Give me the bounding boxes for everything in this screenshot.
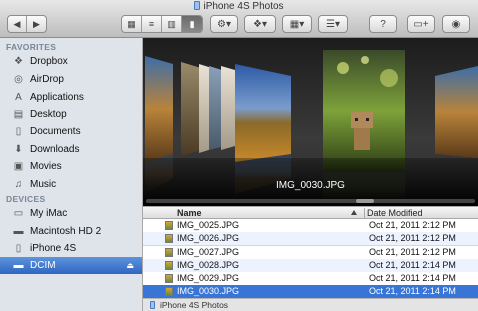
cover-image-6[interactable] xyxy=(235,64,291,162)
movies-icon: ▣ xyxy=(13,161,24,172)
table-row[interactable]: IMG_0027.JPG Oct 21, 2011 2:12 PM xyxy=(143,246,478,259)
sidebar: FAVORITES ❖ Dropbox ◎ AirDrop A Application… xyxy=(0,38,143,311)
action-menu-button[interactable]: ⚙▾ xyxy=(210,15,238,33)
file-name: IMG_0025.JPG xyxy=(177,220,240,230)
airdrop-icon: ◎ xyxy=(14,74,23,85)
music-icon: ♫ xyxy=(14,179,23,190)
iphone-icon xyxy=(150,301,155,309)
sidebar-item-dropbox[interactable]: ❖ Dropbox xyxy=(0,53,142,70)
eject-icon[interactable]: ⏏ xyxy=(126,261,134,270)
cover-image-1[interactable] xyxy=(145,56,173,162)
path-bar-item[interactable]: iPhone 4S Photos xyxy=(160,300,228,310)
back-button[interactable]: ◀ xyxy=(8,16,28,32)
table-row[interactable]: IMG_0025.JPG Oct 21, 2011 2:12 PM xyxy=(143,219,478,232)
table-row[interactable]: IMG_0028.JPG Oct 21, 2011 2:14 PM xyxy=(143,259,478,272)
jpeg-file-icon xyxy=(165,274,173,283)
drive-icon: ▬ xyxy=(13,260,24,271)
jpeg-file-icon xyxy=(165,261,173,270)
file-date: Oct 21, 2011 2:14 PM xyxy=(369,273,456,283)
view-mode-control: ▦ ≡ ▥ ▮ xyxy=(121,15,203,33)
jpeg-file-icon xyxy=(165,248,173,257)
quick-look-button[interactable]: ◉ xyxy=(442,15,470,33)
sidebar-item-movies[interactable]: ▣ Movies xyxy=(0,158,142,175)
cover-image-2[interactable] xyxy=(181,62,201,156)
dropbox-menu-button[interactable]: ❖▾ xyxy=(244,15,276,33)
sidebar-item-my-imac[interactable]: ▭ My iMac xyxy=(0,205,142,222)
back-forward-buttons: ◀ ▶ xyxy=(7,15,47,33)
help-button[interactable]: ? xyxy=(369,15,397,33)
sort-ascending-icon xyxy=(351,210,357,215)
cover-flow-view-button[interactable]: ▮ xyxy=(182,16,202,32)
column-date-header[interactable]: Date Modified xyxy=(367,208,423,218)
sidebar-item-airdrop[interactable]: ◎ AirDrop xyxy=(0,71,142,88)
arrange-button[interactable]: ▦▾ xyxy=(282,15,312,33)
cover-flow-caption: IMG_0030.JPG xyxy=(276,180,345,191)
hard-drive-icon: ▬ xyxy=(13,226,24,237)
sidebar-item-documents[interactable]: ▯ Documents xyxy=(0,123,142,140)
sidebar-item-desktop[interactable]: ▤ Desktop xyxy=(0,106,142,123)
dropbox-icon: ❖ xyxy=(14,56,23,67)
window-title: iPhone 4S Photos xyxy=(0,1,478,12)
table-row[interactable]: IMG_0026.JPG Oct 21, 2011 2:12 PM xyxy=(143,232,478,245)
file-name: IMG_0030.JPG xyxy=(177,286,240,296)
favorites-header: FAVORITES xyxy=(6,42,57,52)
sidebar-item-applications[interactable]: A Applications xyxy=(0,89,142,106)
sidebar-item-macintosh-hd-2[interactable]: ▬ Macintosh HD 2 xyxy=(0,223,142,240)
column-view-button[interactable]: ▥ xyxy=(162,16,183,32)
sidebar-item-iphone-4s[interactable]: ▯ iPhone 4S xyxy=(0,240,142,257)
file-date: Oct 21, 2011 2:12 PM xyxy=(369,233,456,243)
jpeg-file-icon xyxy=(165,221,173,230)
list-icon: ☰▾ xyxy=(326,18,340,30)
file-name: IMG_0027.JPG xyxy=(177,247,240,257)
applications-icon: A xyxy=(15,92,22,103)
cover-image-selected[interactable] xyxy=(323,50,405,172)
toolbar: iPhone 4S Photos ◀ ▶ ▦ ≡ ▥ ▮ ⚙▾ ❖▾ ▦▾ ☰▾… xyxy=(0,0,478,38)
file-date: Oct 21, 2011 2:12 PM xyxy=(369,220,456,230)
list-view-button[interactable]: ≡ xyxy=(142,16,163,32)
file-date: Oct 21, 2011 2:12 PM xyxy=(369,247,456,257)
sort-button[interactable]: ☰▾ xyxy=(318,15,348,33)
gear-icon: ⚙▾ xyxy=(217,18,231,30)
folder-add-icon: ▭+ xyxy=(413,18,429,30)
table-row[interactable]: IMG_0029.JPG Oct 21, 2011 2:14 PM xyxy=(143,272,478,285)
iphone-icon xyxy=(194,1,201,10)
jpeg-file-icon xyxy=(165,287,173,296)
documents-icon: ▯ xyxy=(15,126,22,137)
list-header: Name Date Modified xyxy=(143,206,478,219)
column-name-header[interactable]: Name xyxy=(177,208,202,218)
file-date: Oct 21, 2011 2:14 PM xyxy=(369,286,456,296)
imac-icon: ▭ xyxy=(13,208,24,219)
eye-icon: ◉ xyxy=(451,18,461,30)
forward-button[interactable]: ▶ xyxy=(27,16,46,32)
file-name: IMG_0029.JPG xyxy=(177,273,240,283)
desktop-icon: ▤ xyxy=(13,109,24,120)
column-divider[interactable] xyxy=(364,208,365,218)
file-name: IMG_0026.JPG xyxy=(177,233,240,243)
sidebar-item-dcim[interactable]: ▬ DCIM ⏏ xyxy=(0,257,142,274)
new-folder-button[interactable]: ▭+ xyxy=(407,15,435,33)
iphone-icon: ▯ xyxy=(15,243,22,254)
cover-flow-scroll-thumb[interactable] xyxy=(356,199,374,203)
path-bar: iPhone 4S Photos xyxy=(143,298,478,311)
cover-image-7[interactable] xyxy=(435,66,478,158)
icon-view-button[interactable]: ▦ xyxy=(122,16,143,32)
cover-flow-view[interactable]: IMG_0030.JPG xyxy=(143,38,478,206)
sidebar-item-downloads[interactable]: ⬇ Downloads xyxy=(0,141,142,158)
downloads-icon: ⬇ xyxy=(14,144,23,155)
file-name: IMG_0028.JPG xyxy=(177,260,240,270)
grid-icon: ▦▾ xyxy=(289,18,305,30)
finder-window: iPhone 4S Photos ◀ ▶ ▦ ≡ ▥ ▮ ⚙▾ ❖▾ ▦▾ ☰▾… xyxy=(0,0,478,311)
jpeg-file-icon xyxy=(165,234,173,243)
table-row-selected[interactable]: IMG_0030.JPG Oct 21, 2011 2:14 PM xyxy=(143,285,478,298)
cover-image-5[interactable] xyxy=(221,66,235,150)
file-date: Oct 21, 2011 2:14 PM xyxy=(369,260,456,270)
help-icon: ? xyxy=(380,18,386,30)
dropbox-icon: ❖▾ xyxy=(253,18,267,30)
sidebar-item-music[interactable]: ♫ Music xyxy=(0,176,142,193)
devices-header: DEVICES xyxy=(6,194,46,204)
cover-flow-scrollbar[interactable] xyxy=(146,199,475,203)
